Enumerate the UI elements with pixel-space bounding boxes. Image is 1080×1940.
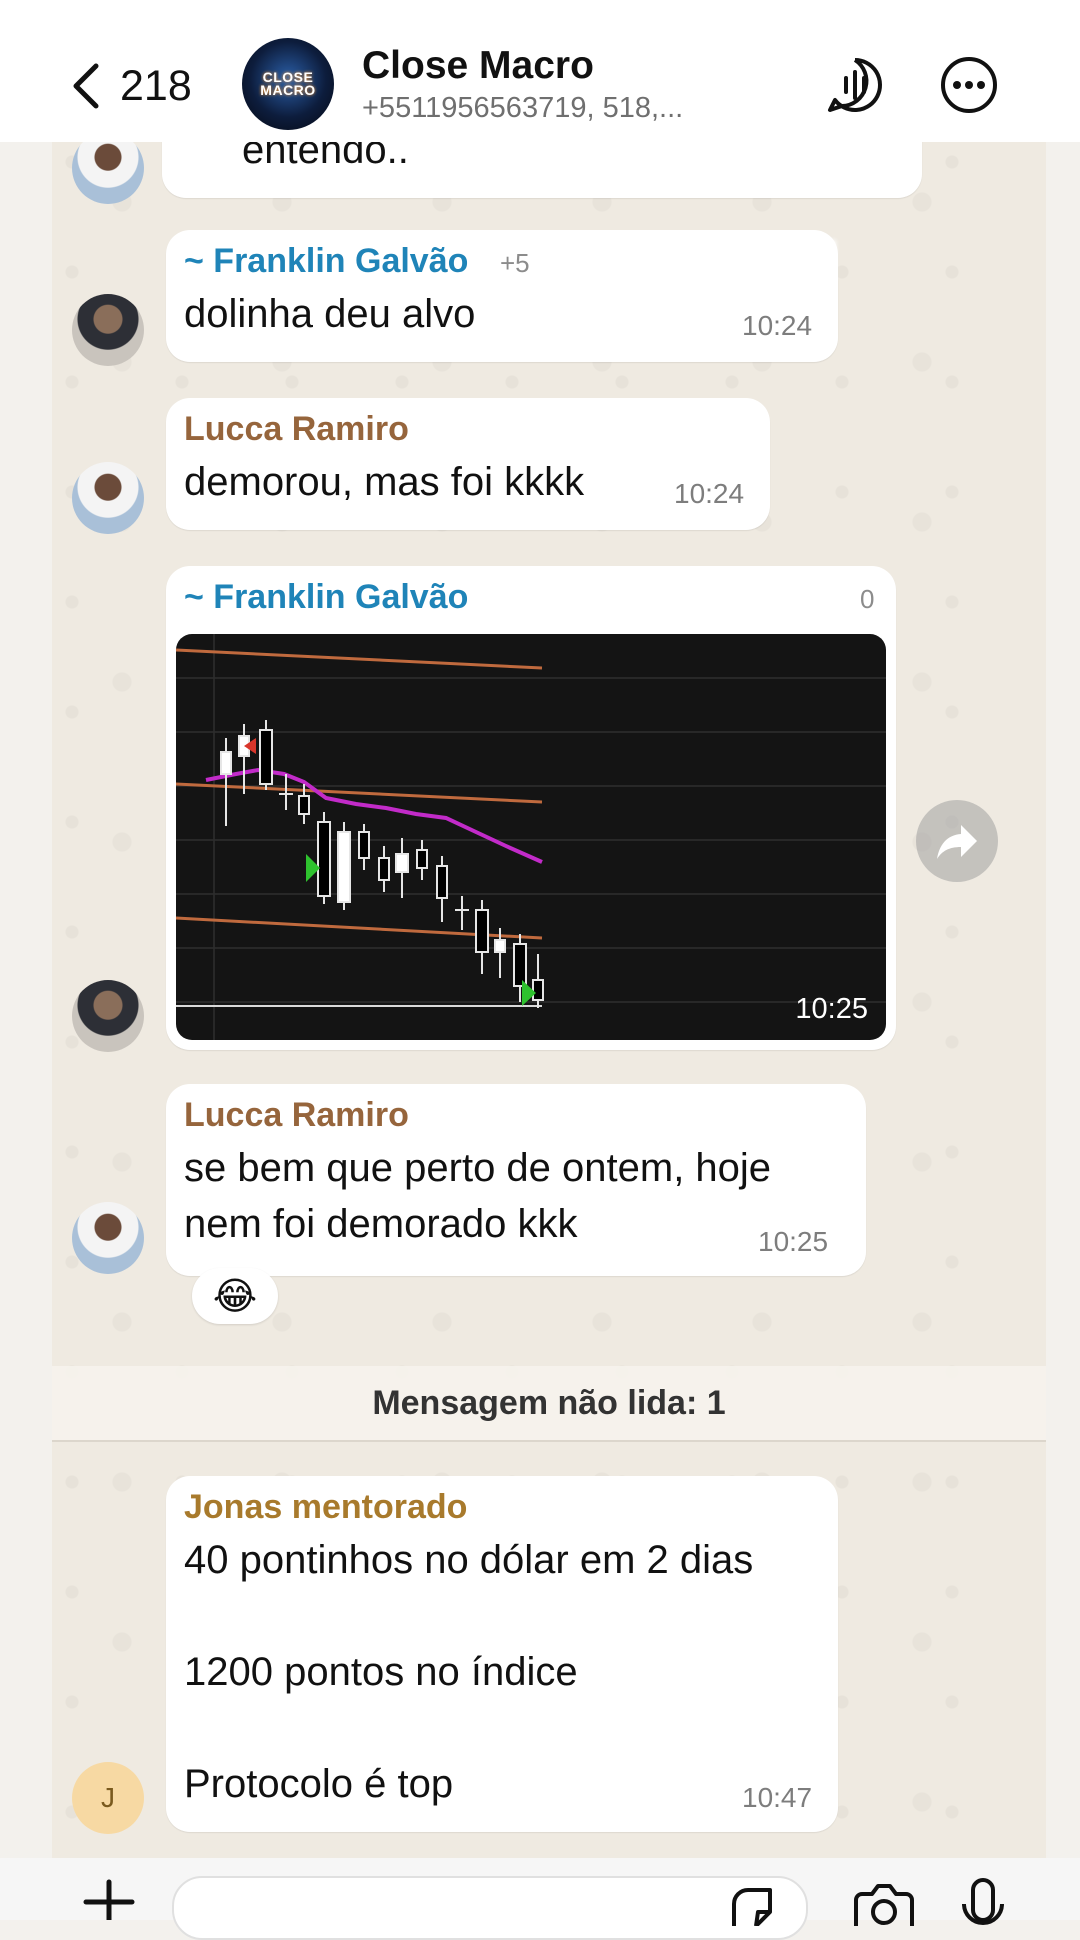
avatar[interactable]: [72, 294, 144, 366]
message-time: 10:47: [742, 1782, 813, 1813]
redaction: [536, 240, 836, 280]
message-bubble[interactable]: Lucca Ramiro demorou, mas foi kkkk 10:24: [166, 398, 770, 530]
chart-screenshot-image[interactable]: 10:25: [176, 634, 886, 1040]
group-avatar-logo: CLOSE MACRO: [260, 69, 316, 98]
unread-label: Mensagem não lida: 1: [372, 1383, 726, 1422]
message-time: 10:24: [742, 310, 813, 341]
message-text-line: nem foi demorado kkk: [184, 1202, 578, 1246]
message-input[interactable]: [172, 1876, 808, 1940]
reaction-emoji: 😂: [212, 1275, 258, 1318]
sender-name[interactable]: Lucca Ramiro: [184, 1096, 409, 1135]
group-title[interactable]: Close Macro: [362, 44, 594, 88]
camera-icon[interactable]: [852, 1882, 916, 1926]
message-time: 10:25: [758, 1226, 829, 1257]
avatar[interactable]: [72, 1202, 144, 1274]
redaction: [526, 578, 856, 618]
plus-icon[interactable]: [80, 1878, 138, 1920]
back-button[interactable]: 218: [68, 56, 218, 116]
sender-name[interactable]: ~ Franklin Galvão: [184, 242, 468, 281]
level-lines: [176, 648, 543, 940]
sticker-icon[interactable]: [726, 1886, 778, 1926]
audio-wave-icon[interactable]: [826, 56, 884, 114]
message-bubble[interactable]: entendo..: [162, 142, 922, 198]
sender-phone: +5: [500, 248, 530, 278]
message-bubble[interactable]: ~ Franklin Galvão +5 dolinha deu alvo 10…: [166, 230, 838, 362]
message-bubble[interactable]: Jonas mentorado 40 pontinhos no dólar em…: [166, 1476, 838, 1832]
sender-phone: 0: [860, 584, 875, 614]
message-text-line: 1200 pontos no índice: [184, 1650, 578, 1694]
unread-chats-count: 218: [120, 61, 192, 110]
message-time: 10:25: [795, 993, 868, 1025]
message-text-line: Protocolo é top: [184, 1762, 454, 1806]
chat-header: 218 CLOSE MACRO Close Macro +55119565637…: [0, 0, 1080, 142]
message-text: dolinha deu alvo: [184, 292, 476, 336]
message-text-line: se bem que perto de ontem, hoje: [184, 1146, 772, 1190]
candlestick-chart: [176, 634, 886, 1040]
message-bubble[interactable]: Lucca Ramiro se bem que perto de ontem, …: [166, 1084, 866, 1276]
avatar-initial: J: [101, 1782, 115, 1813]
group-participants[interactable]: +5511956563719, 518,...: [362, 92, 683, 125]
candles: [220, 720, 544, 1008]
avatar[interactable]: [72, 980, 144, 1052]
message-text: demorou, mas foi kkkk: [184, 460, 585, 504]
message-time: 10:24: [674, 478, 745, 509]
avatar[interactable]: [72, 142, 144, 204]
forward-arrow-icon: [937, 825, 977, 859]
moving-average-line: [205, 767, 543, 864]
sender-name[interactable]: ~ Franklin Galvão: [184, 578, 468, 617]
chat-area[interactable]: entendo.. ~ Franklin Galvão +5 dolinha d…: [52, 142, 1046, 1858]
microphone-icon[interactable]: [958, 1876, 1008, 1926]
group-avatar[interactable]: CLOSE MACRO: [242, 38, 334, 130]
avatar[interactable]: [72, 462, 144, 534]
more-horizontal-icon[interactable]: [940, 56, 998, 114]
avatar[interactable]: J: [72, 1762, 144, 1834]
sender-name[interactable]: Jonas mentorado: [184, 1488, 467, 1527]
forward-button[interactable]: [916, 800, 998, 882]
chevron-left-icon: [73, 63, 99, 109]
message-text: entendo..: [242, 142, 409, 172]
sender-name[interactable]: Lucca Ramiro: [184, 410, 409, 449]
unread-messages-divider: Mensagem não lida: 1: [52, 1366, 1046, 1442]
image-message-bubble[interactable]: ~ Franklin Galvão 0 10:25: [166, 566, 896, 1050]
message-reaction[interactable]: 😂: [192, 1268, 278, 1324]
message-text-line: 40 pontinhos no dólar em 2 dias: [184, 1538, 754, 1582]
